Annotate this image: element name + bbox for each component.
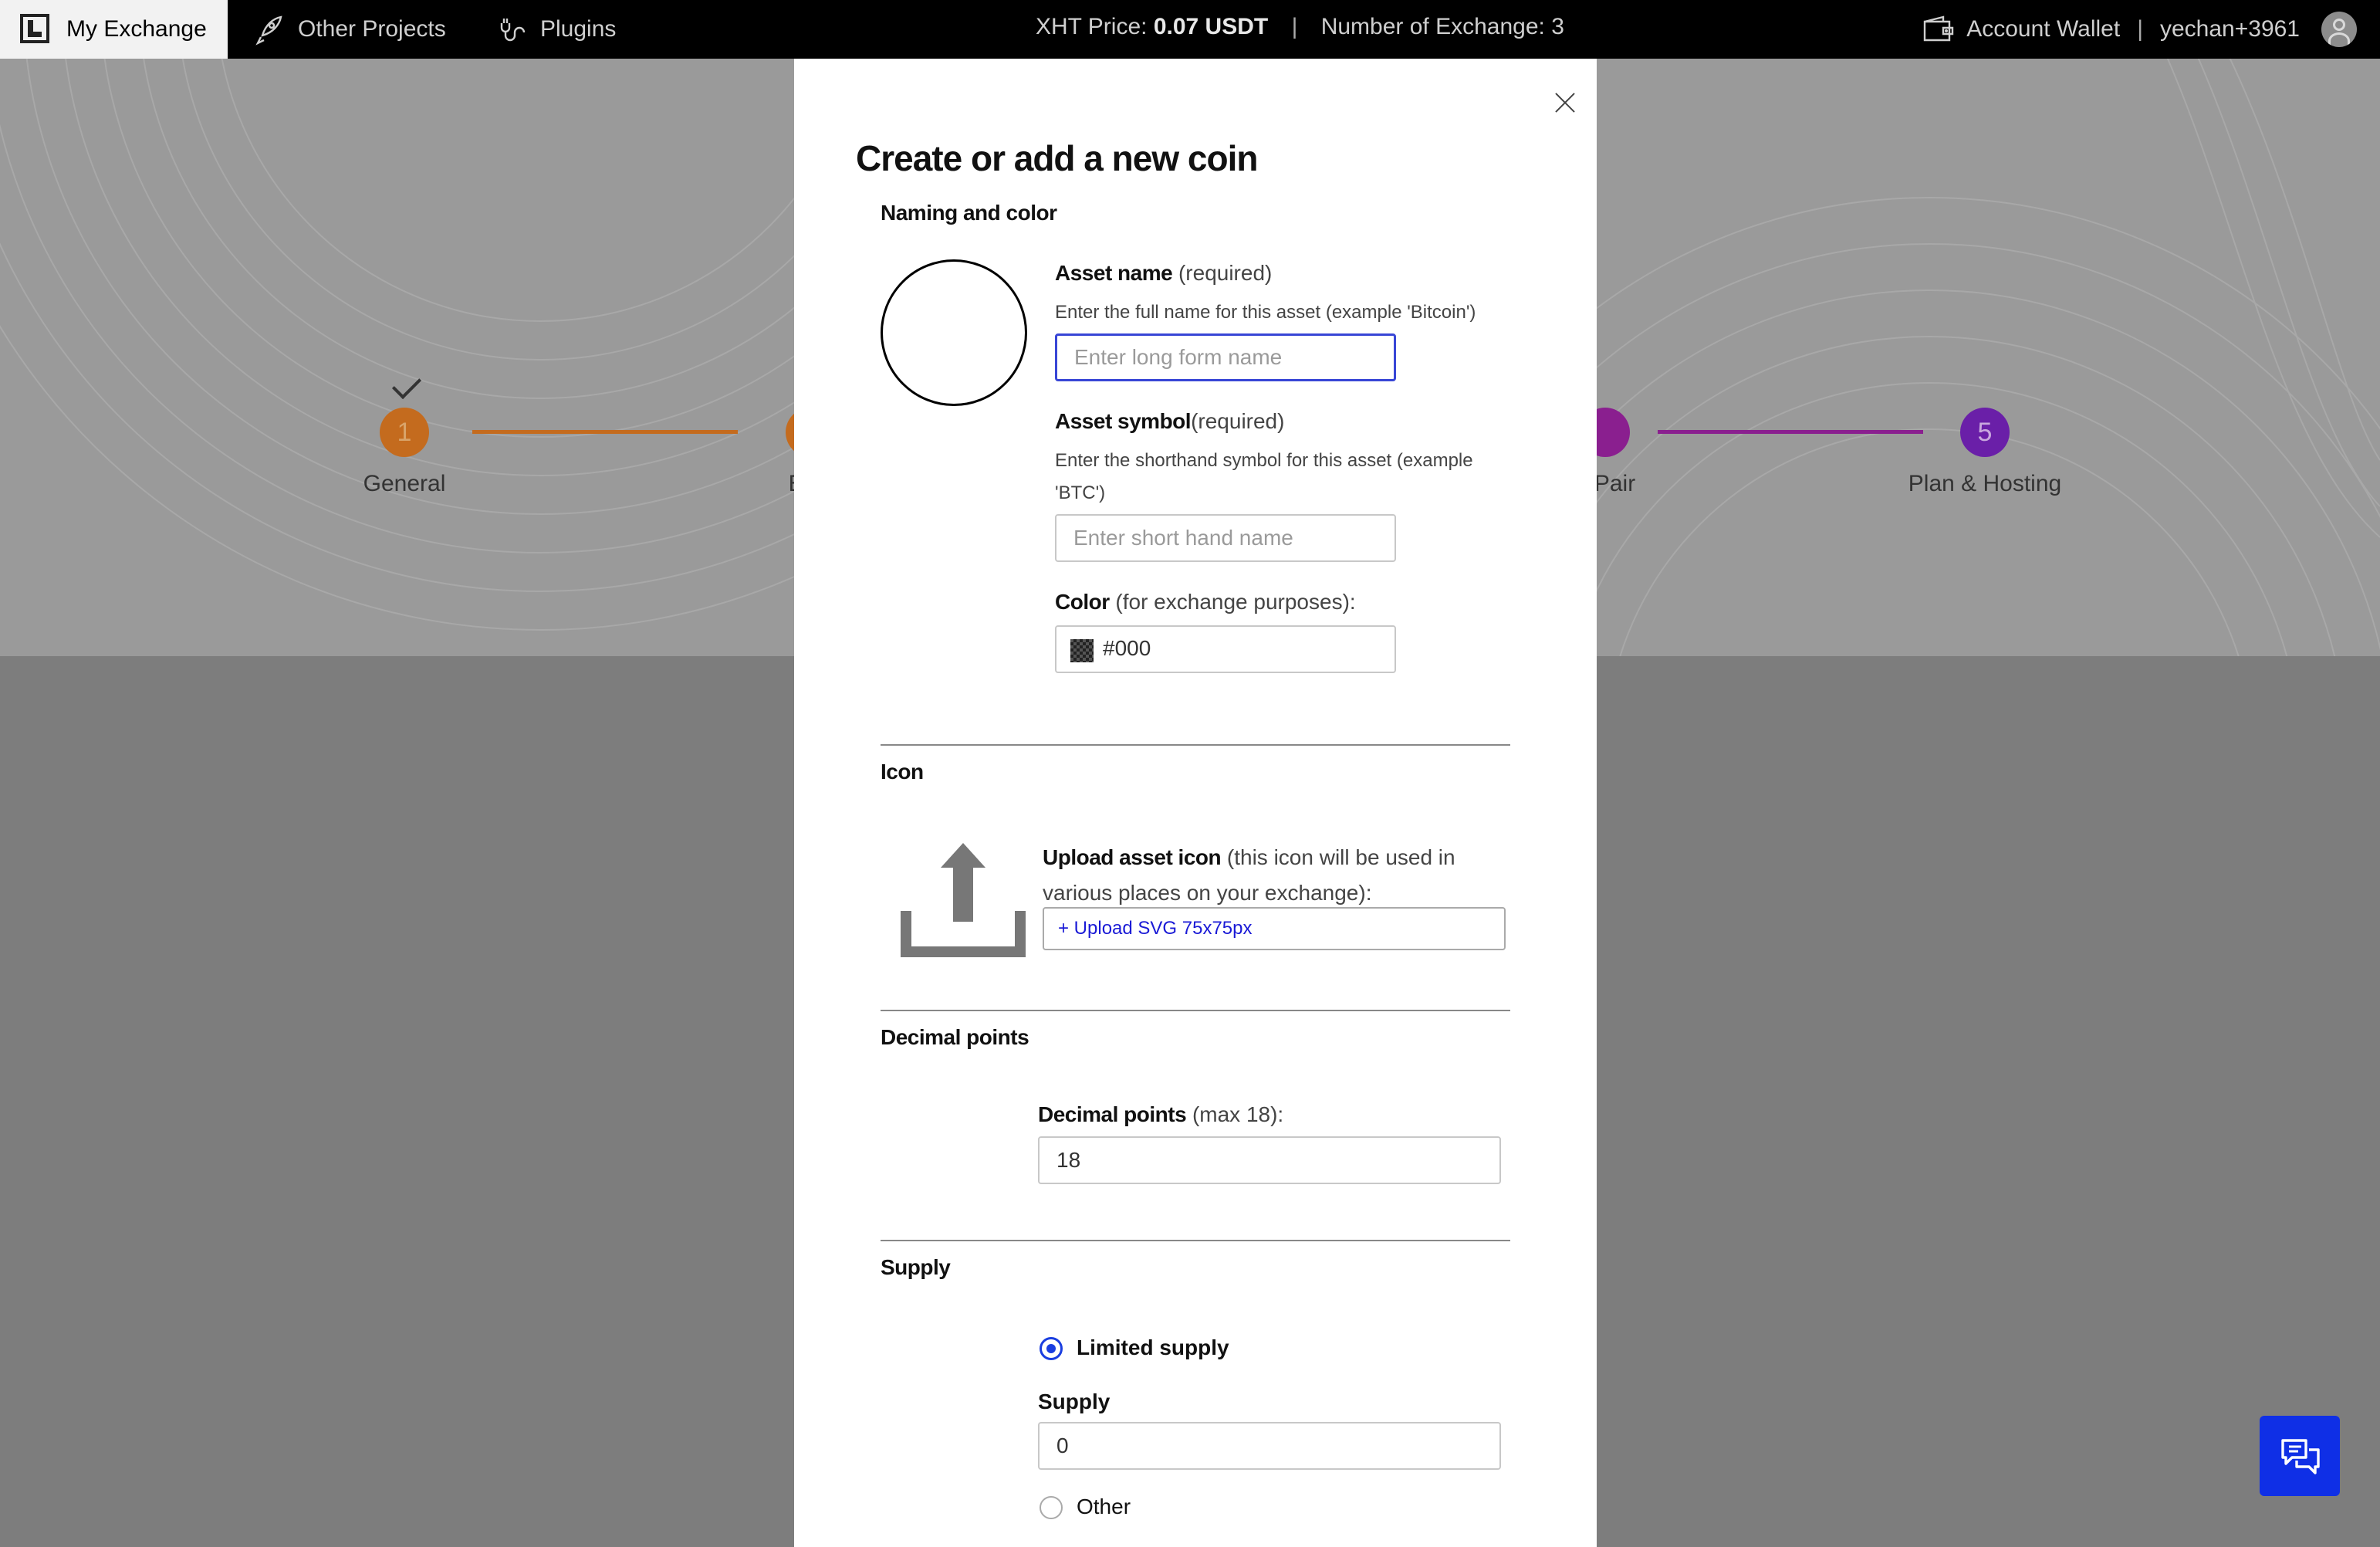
exchange-count: Number of Exchange: 3 — [1320, 14, 1564, 39]
limited-supply-radio[interactable] — [1040, 1337, 1063, 1360]
asset-symbol-input[interactable] — [1055, 514, 1396, 562]
asset-symbol-label: Asset symbol(required) — [1055, 409, 1284, 434]
step-5-label: Plan & Hosting — [1908, 471, 2062, 496]
rocket-icon — [255, 15, 282, 46]
price-separator: | — [1291, 14, 1298, 39]
avatar[interactable] — [2321, 12, 2357, 47]
supply-input[interactable] — [1038, 1422, 1501, 1470]
xht-price-label: XHT Price: — [1036, 14, 1148, 39]
section-supply: Supply — [881, 1255, 951, 1279]
wallet-icon[interactable] — [1920, 14, 1956, 45]
close-icon[interactable] — [1552, 90, 1578, 116]
section-decimal-points: Decimal points — [881, 1025, 1029, 1049]
asset-symbol-required: (required) — [1191, 409, 1285, 433]
nav-other-projects-label: Other Projects — [298, 16, 446, 42]
exchange-logo-icon — [20, 14, 49, 43]
other-supply-label[interactable]: Other — [1077, 1495, 1131, 1519]
upload-icon — [901, 843, 1026, 957]
step-connector-1 — [472, 430, 738, 434]
modal-title: Create or add a new coin — [856, 138, 1258, 178]
nav-plugins[interactable]: Plugins — [497, 0, 616, 59]
color-label-note: (for exchange purposes): — [1115, 590, 1356, 614]
limited-supply-label[interactable]: Limited supply — [1077, 1335, 1229, 1360]
tab-my-exchange[interactable]: My Exchange — [0, 0, 228, 59]
step-1-label: General — [363, 471, 446, 496]
step-5-circle: 5 — [1960, 408, 2010, 457]
account-wallet-link[interactable]: Account Wallet — [1966, 16, 2120, 42]
color-picker-field[interactable]: #000 — [1055, 625, 1396, 673]
upload-icon-label: Upload asset icon (this icon will be use… — [1043, 840, 1506, 911]
account-nav: Account Wallet | yechan+3961 — [1920, 0, 2357, 59]
color-swatch[interactable] — [1070, 639, 1094, 662]
xht-price-info: XHT Price: 0.07 USDT | Number of Exchang… — [1036, 14, 1564, 40]
step-1-circle: 1 — [380, 408, 429, 457]
asset-name-label-text: Asset name — [1055, 261, 1173, 285]
plug-icon — [500, 19, 526, 42]
nav-other-projects[interactable]: Other Projects — [252, 0, 446, 59]
chat-icon — [2281, 1439, 2320, 1474]
top-navigation-bar: My Exchange Other Projects Plugins XHT P… — [0, 0, 2380, 59]
chat-support-button[interactable] — [2260, 1416, 2340, 1496]
supply-label: Supply — [1038, 1390, 1111, 1413]
asset-name-required: (required) — [1178, 261, 1273, 285]
xht-price-value: 0.07 USDT — [1153, 14, 1269, 39]
username[interactable]: yechan+3961 — [2160, 16, 2300, 42]
step-connector-4 — [1658, 430, 1923, 434]
color-value: #000 — [1103, 636, 1151, 660]
divider-1 — [881, 744, 1510, 746]
asset-symbol-help: Enter the shorthand symbol for this asse… — [1055, 450, 1473, 503]
decimal-points-note: (max 18): — [1192, 1102, 1284, 1126]
create-coin-modal: Create or add a new coin Naming and colo… — [794, 59, 1597, 1547]
asset-name-input[interactable] — [1055, 333, 1396, 381]
upload-icon-label-text: Upload asset icon — [1043, 845, 1222, 869]
coin-preview-circle — [881, 259, 1027, 406]
section-icon: Icon — [881, 760, 924, 784]
tab-my-exchange-label: My Exchange — [66, 16, 207, 42]
asset-name-help: Enter the full name for this asset (exam… — [1055, 302, 1476, 323]
asset-symbol-label-text: Asset symbol — [1055, 409, 1192, 433]
section-naming-color: Naming and color — [881, 201, 1057, 225]
color-label-text: Color — [1055, 590, 1110, 614]
decimal-points-input[interactable] — [1038, 1136, 1501, 1184]
divider-2 — [881, 1010, 1510, 1011]
step-general[interactable]: 1 General — [349, 408, 460, 497]
account-separator: | — [2137, 16, 2143, 42]
decimal-points-label: Decimal points (max 18): — [1038, 1102, 1283, 1127]
decimal-points-label-text: Decimal points — [1038, 1102, 1187, 1126]
other-supply-radio[interactable] — [1040, 1496, 1063, 1519]
step-plan-hosting[interactable]: 5 Plan & Hosting — [1908, 408, 2062, 497]
divider-3 — [881, 1240, 1510, 1241]
nav-plugins-label: Plugins — [540, 16, 617, 42]
upload-svg-button[interactable]: + Upload SVG 75x75px — [1043, 907, 1506, 950]
color-label: Color (for exchange purposes): — [1055, 590, 1356, 614]
asset-name-label: Asset name (required) — [1055, 261, 1272, 286]
